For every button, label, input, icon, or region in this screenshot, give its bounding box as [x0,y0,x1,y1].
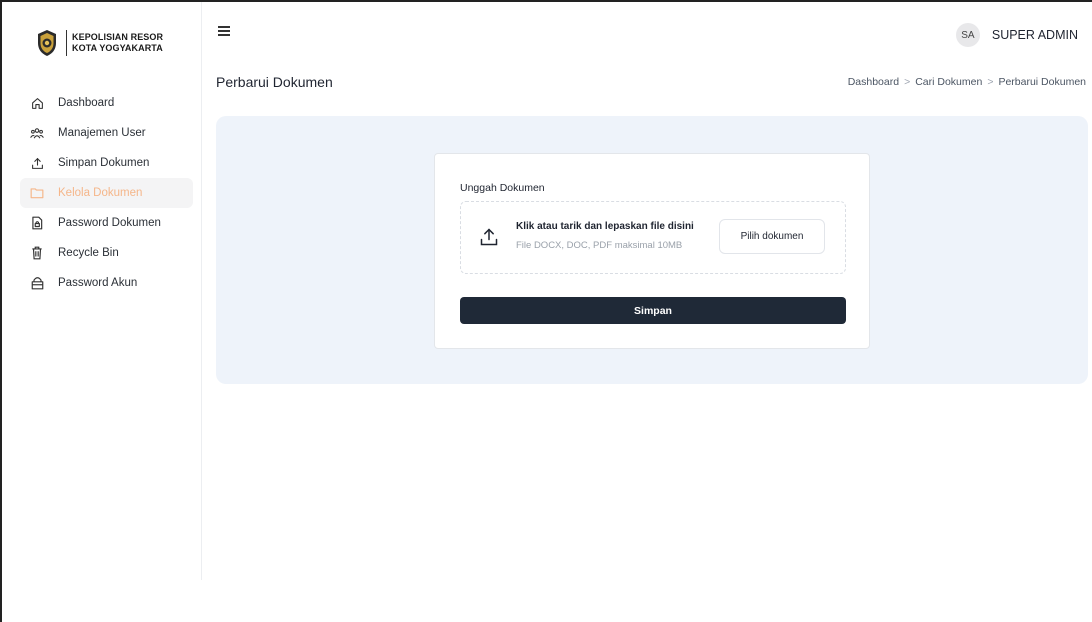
sidebar-item-dashboard[interactable]: Dashboard [20,88,193,118]
sidebar-item-label: Simpan Dokumen [58,157,150,169]
sidebar-item-label: Manajemen User [58,127,146,139]
users-icon [30,126,44,140]
breadcrumb-separator: > [987,76,994,88]
sidebar-item-kelola-dokumen[interactable]: Kelola Dokumen [20,178,193,208]
lock-icon [30,276,44,290]
sidebar-nav: Dashboard Manajemen User Simpan Dokumen … [20,88,193,298]
police-emblem-icon [38,30,56,56]
sidebar-item-label: Recycle Bin [58,247,119,259]
sidebar: KEPOLISIAN RESOR KOTA YOGYAKARTA Dashboa… [2,2,202,580]
pick-document-button[interactable]: Pilih dokumen [719,219,825,254]
brand-divider [66,30,67,56]
brand-line-1: KEPOLISIAN RESOR [72,32,164,42]
file-dropzone[interactable]: Klik atau tarik dan lepaskan file disini… [460,201,846,274]
dropzone-title: Klik atau tarik dan lepaskan file disini [516,221,694,232]
trash-icon [30,246,44,260]
sidebar-item-label: Dashboard [58,97,115,109]
save-button[interactable]: Simpan [460,297,846,324]
avatar: SA [955,23,980,47]
breadcrumb-current: Perbarui Dokumen [998,76,1086,88]
sidebar-item-recycle-bin[interactable]: Recycle Bin [20,238,193,268]
home-icon [30,96,44,110]
page-title: Perbarui Dokumen [216,74,333,90]
breadcrumb: Dashboard > Cari Dokumen > Perbarui Doku… [848,76,1086,88]
sidebar-item-password-akun[interactable]: Password Akun [20,268,193,298]
content-panel: Unggah Dokumen Klik atau tarik dan lepas… [216,116,1088,384]
user-name: SUPER ADMIN [991,28,1078,42]
user-menu[interactable]: SA SUPER ADMIN [955,23,1078,47]
upload-label: Unggah Dokumen [460,182,545,194]
brand[interactable]: KEPOLISIAN RESOR KOTA YOGYAKARTA [36,29,163,57]
hamburger-icon[interactable] [218,26,230,36]
brand-line-2: KOTA YOGYAKARTA [72,43,163,53]
upload-card: Unggah Dokumen Klik atau tarik dan lepas… [434,153,870,349]
breadcrumb-separator: > [904,76,911,88]
sidebar-item-label: Kelola Dokumen [58,187,143,199]
folder-icon [30,186,44,200]
sidebar-item-label: Password Dokumen [58,217,161,229]
brand-name: KEPOLISIAN RESOR KOTA YOGYAKARTA [72,32,163,54]
dropzone-hint: File DOCX, DOC, PDF maksimal 10MB [516,240,683,251]
sidebar-item-password-dokumen[interactable]: Password Dokumen [20,208,193,238]
upload-icon [30,156,44,170]
upload-icon [480,228,498,246]
file-lock-icon [30,216,44,230]
sidebar-item-manajemen-user[interactable]: Manajemen User [20,118,193,148]
breadcrumb-cari-dokumen[interactable]: Cari Dokumen [915,76,982,88]
breadcrumb-dashboard[interactable]: Dashboard [848,76,899,88]
sidebar-item-label: Password Akun [58,277,138,289]
sidebar-item-simpan-dokumen[interactable]: Simpan Dokumen [20,148,193,178]
